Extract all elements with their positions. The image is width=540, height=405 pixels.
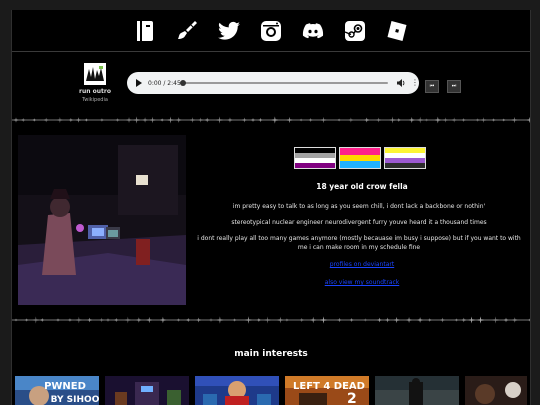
paintbrush-icon[interactable] <box>175 19 199 43</box>
song-artist: Twikipedia <box>82 97 108 103</box>
interest-tile-left4dead2[interactable]: LEFT 4 DEAD 2 <box>285 376 369 405</box>
deviantart-link[interactable]: profiles on deviantart <box>202 261 522 268</box>
song-title: run outro <box>79 88 111 95</box>
about-line-2: stereotypical nuclear engineer neurodive… <box>231 219 487 226</box>
play-icon[interactable] <box>136 79 142 87</box>
interest-tile-dark[interactable] <box>375 376 459 405</box>
asexual-flag <box>294 147 336 169</box>
soundtrack-link[interactable]: also view my soundtrack <box>202 279 522 286</box>
next-track-button[interactable]: ⏭ <box>447 80 461 93</box>
instagram-icon[interactable] <box>259 19 283 43</box>
volume-icon[interactable] <box>396 78 406 88</box>
identity-flags <box>294 147 426 169</box>
more-options-icon[interactable]: ⋮ <box>411 79 419 87</box>
interest-tile-robot[interactable] <box>105 376 189 405</box>
interests-title: main interests <box>234 349 308 359</box>
previous-track-icon: ⏮ <box>429 83 435 89</box>
about-line-1: im pretty easy to talk to as long as you… <box>232 203 486 210</box>
about-title: 18 year old crow fella <box>316 182 408 191</box>
by-sihoo-text: BY SIHOO <box>51 395 99 405</box>
page-frame: run outro Twikipedia 0:00 / 2:45 ⋮ ⏮ ⏭ 1… <box>11 10 531 405</box>
twitter-icon[interactable] <box>217 19 241 43</box>
audio-seek-thumb[interactable] <box>180 80 186 86</box>
album-cover <box>84 63 106 85</box>
audio-time: 0:00 / 2:45 <box>148 79 181 87</box>
interest-tile-hero[interactable] <box>195 376 279 405</box>
discord-icon[interactable] <box>301 19 325 43</box>
next-track-icon: ⏭ <box>451 83 457 89</box>
steam-icon[interactable] <box>343 19 367 43</box>
audio-player: 0:00 / 2:45 ⋮ <box>127 72 419 94</box>
about-line-3: i dont really play all too many games an… <box>197 235 521 251</box>
left4dead-2-text: 2 <box>347 391 357 405</box>
audio-seek-bar[interactable] <box>180 80 388 86</box>
interest-tile-last[interactable] <box>465 376 527 405</box>
roblox-icon[interactable] <box>385 19 409 43</box>
interest-tile-pwned[interactable]: PWNED BY SIHOO <box>15 376 99 405</box>
pansexual-flag <box>339 147 381 169</box>
social-nav <box>12 10 530 52</box>
profile-photo <box>18 135 186 305</box>
nonbinary-flag <box>384 147 426 169</box>
tumblr-book-icon[interactable] <box>133 19 157 43</box>
sparkle-divider-top <box>12 116 530 124</box>
sparkle-divider-bottom <box>12 316 530 324</box>
pwned-text: PWNED <box>44 381 86 392</box>
previous-track-button[interactable]: ⏮ <box>425 80 439 93</box>
